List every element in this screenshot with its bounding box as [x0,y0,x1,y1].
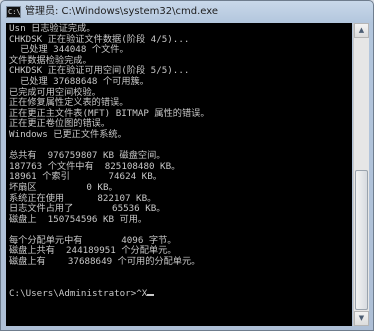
console-line: 磁盘上 150754596 KB 可用。 [9,213,148,225]
window-bottom-border [1,326,373,330]
console-line: C:\Users\Administrator>^X [9,287,148,299]
title-bar[interactable]: C:\ 管理员: C:\Windows\system32\cmd.exe [1,1,373,23]
window-title: 管理员: C:\Windows\system32\cmd.exe [25,6,219,17]
console-line: 系统正在使用 822107 KB。 [9,192,157,204]
console-line: 磁盘上有 37688649 个可用的分配单元。 [9,256,201,268]
console-line: 已完成可用空间校验。 [9,86,101,98]
console-lines: Usn 日志验证完成。 CHKDSK 正在验证文件数据(阶段 4/5)... 已… [9,23,210,299]
console-line: Usn 日志验证完成。 [9,23,96,34]
scrollbar-thumb[interactable] [355,170,368,310]
console-line: 坏扇区 0 KB。 [9,181,118,193]
cmd-window-icon[interactable]: C:\ [6,6,21,18]
scroll-down-arrow-icon[interactable]: ▼ [354,311,369,326]
console-line: CHKDSK 正在验证文件数据(阶段 4/5)... [9,33,190,45]
text-cursor [147,293,155,296]
console-line: 18961 个索引 74624 KB。 [9,171,162,183]
console-line: 已处理 37688648 个可用簇。 [9,75,149,87]
console-line: 正在修复属性定义表的错误。 [9,97,129,109]
console-line: 总共有 976759807 KB 磁盘空间。 [9,150,166,162]
console-line: CHKDSK 正在验证可用空间(阶段 5/5)... [9,65,190,77]
console-output-area[interactable]: Usn 日志验证完成。 CHKDSK 正在验证文件数据(阶段 4/5)... 已… [6,23,352,326]
cmd-window: C:\ 管理员: C:\Windows\system32\cmd.exe Usn… [0,0,374,331]
console-text: Usn 日志验证完成。 CHKDSK 正在验证文件数据(阶段 4/5)... 已… [9,23,210,299]
console-line: Windows 已更正文件系统。 [9,128,127,140]
console-line: 磁盘上共有 244189951 个分配单元。 [9,245,177,257]
console-line: 已处理 344048 个文件。 [9,44,129,56]
scroll-up-arrow-icon[interactable]: ▲ [354,23,369,38]
console-line: 日志文件占用了 65536 KB。 [9,203,166,215]
vertical-scrollbar[interactable]: ▲ ▼ [353,23,369,326]
console-line: 正在更正卷位图的错误。 [9,118,111,130]
